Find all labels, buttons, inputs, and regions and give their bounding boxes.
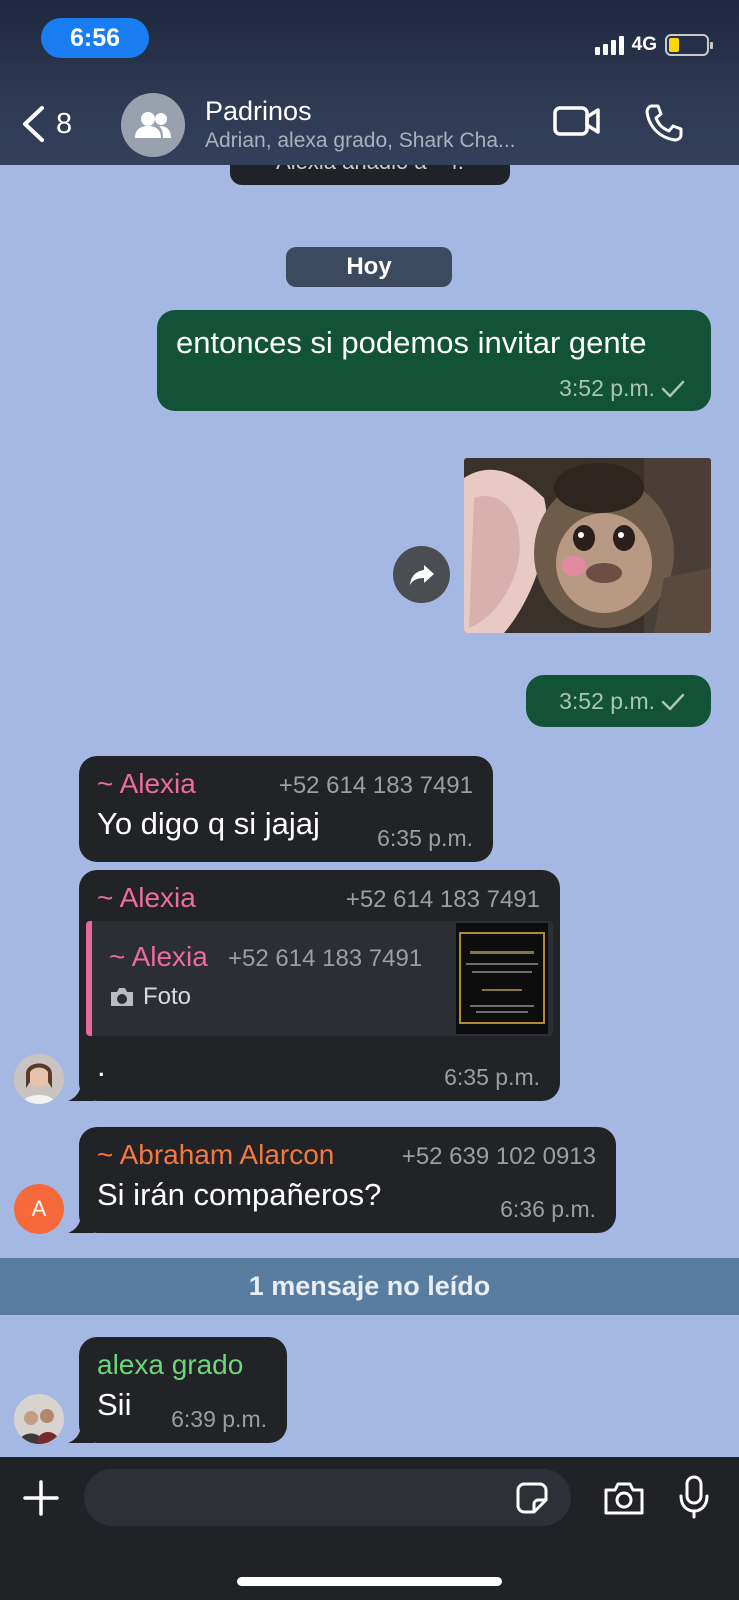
message-text: Sii bbox=[97, 1387, 132, 1422]
message-input[interactable] bbox=[84, 1469, 571, 1526]
message-time: 6:39 p.m. bbox=[171, 1406, 267, 1432]
incoming-message[interactable]: ~ Abraham Alarcon +52 639 102 0913 Si ir… bbox=[79, 1127, 616, 1233]
voice-message-button[interactable] bbox=[677, 1474, 711, 1525]
sender-phone: +52 614 183 7491 bbox=[278, 772, 473, 799]
reply-sender-phone: +52 614 183 7491 bbox=[228, 945, 423, 972]
date-separator: Hoy bbox=[286, 247, 452, 287]
message-input-bar bbox=[0, 1457, 739, 1600]
sender-phone: +52 614 183 7491 bbox=[345, 886, 540, 913]
reply-sender-name: ~ Alexia bbox=[109, 941, 208, 972]
incoming-message[interactable]: ~ Alexia +52 614 183 7491 ~ Alexia +52 6… bbox=[79, 870, 560, 1101]
sender-name[interactable]: ~ Alexia bbox=[97, 882, 196, 914]
incoming-message[interactable]: ~ Alexia +52 614 183 7491 Yo digo q si j… bbox=[79, 756, 493, 862]
sender-name[interactable]: ~ Alexia bbox=[97, 768, 196, 800]
camera-icon bbox=[604, 1482, 644, 1515]
chat-title[interactable]: Padrinos bbox=[205, 96, 312, 127]
message-meta: 3:52 p.m. bbox=[559, 688, 685, 715]
attach-button[interactable] bbox=[22, 1479, 60, 1522]
back-button[interactable]: 8 bbox=[20, 102, 90, 146]
monkey-sticker bbox=[464, 458, 711, 633]
avatar[interactable]: A bbox=[14, 1184, 64, 1234]
message-meta: 3:52 p.m. bbox=[559, 375, 685, 402]
status-indicators: 4G bbox=[594, 30, 713, 60]
incoming-message[interactable]: alexa grado Sii 6:39 p.m. bbox=[79, 1337, 287, 1443]
outgoing-message[interactable]: entonces si podemos invitar gente 3:52 p… bbox=[157, 310, 711, 411]
bubble-tail bbox=[68, 1207, 94, 1233]
sender-phone: +52 639 102 0913 bbox=[401, 1143, 596, 1170]
plus-icon bbox=[23, 1480, 59, 1516]
message-time: 3:52 p.m. bbox=[559, 688, 655, 714]
message-time: 3:52 p.m. bbox=[559, 375, 655, 401]
video-camera-icon bbox=[553, 106, 600, 136]
status-time: 6:56 bbox=[41, 18, 149, 58]
group-avatar[interactable] bbox=[121, 93, 185, 157]
camera-icon bbox=[111, 988, 133, 1006]
camera-button[interactable] bbox=[603, 1480, 645, 1521]
network-type: 4G bbox=[631, 34, 657, 55]
voice-call-button[interactable] bbox=[644, 103, 684, 148]
sender-name[interactable]: alexa grado bbox=[97, 1349, 243, 1381]
message-text: . bbox=[97, 1048, 106, 1083]
battery-icon bbox=[665, 34, 713, 56]
signal-icon bbox=[594, 35, 624, 55]
reply-accent-bar bbox=[86, 921, 92, 1036]
message-text: Yo digo q si jajaj bbox=[97, 806, 320, 841]
chat-header: 6:56 4G 8 Padrinos Adrian, alexa grado, … bbox=[0, 0, 739, 165]
chat-subtitle[interactable]: Adrian, alexa grado, Shark Cha... bbox=[205, 129, 535, 153]
avatar[interactable] bbox=[14, 1394, 64, 1444]
message-time: 6:35 p.m. bbox=[377, 825, 473, 851]
share-button[interactable] bbox=[393, 546, 450, 603]
chat-area[interactable]: Alexia añadió a ~ f. Hoy entonces si pod… bbox=[0, 165, 739, 1457]
message-time: 6:36 p.m. bbox=[500, 1196, 596, 1222]
phone-icon bbox=[645, 104, 683, 142]
chevron-left-icon bbox=[23, 106, 44, 142]
unread-chats-count: 8 bbox=[56, 107, 73, 140]
group-icon bbox=[135, 112, 171, 138]
reply-thumbnail bbox=[456, 923, 548, 1034]
sender-name[interactable]: ~ Abraham Alarcon bbox=[97, 1139, 334, 1171]
message-text: Si irán compañeros? bbox=[97, 1177, 382, 1212]
message-time: 6:35 p.m. bbox=[444, 1064, 540, 1090]
microphone-icon bbox=[679, 1475, 709, 1519]
bubble-tail bbox=[68, 1075, 94, 1101]
unread-messages-divider: 1 mensaje no leído bbox=[0, 1258, 739, 1315]
home-indicator bbox=[237, 1577, 502, 1586]
avatar[interactable] bbox=[14, 1054, 64, 1104]
sticker-image[interactable] bbox=[464, 458, 711, 633]
share-icon bbox=[409, 564, 434, 585]
reply-content: Foto bbox=[109, 983, 191, 1011]
check-icon bbox=[661, 693, 685, 710]
outgoing-message-meta: 3:52 p.m. bbox=[526, 675, 711, 727]
video-call-button[interactable] bbox=[553, 103, 601, 144]
message-text: entonces si podemos invitar gente bbox=[176, 325, 647, 360]
service-message: Alexia añadió a ~ f. bbox=[230, 165, 510, 185]
bubble-tail bbox=[68, 1417, 94, 1443]
reply-label: Foto bbox=[143, 983, 192, 1010]
check-icon bbox=[661, 380, 685, 397]
reply-quote[interactable]: ~ Alexia +52 614 183 7491 Foto bbox=[86, 921, 553, 1036]
sticker-icon bbox=[516, 1482, 548, 1514]
sticker-button[interactable] bbox=[515, 1481, 549, 1520]
